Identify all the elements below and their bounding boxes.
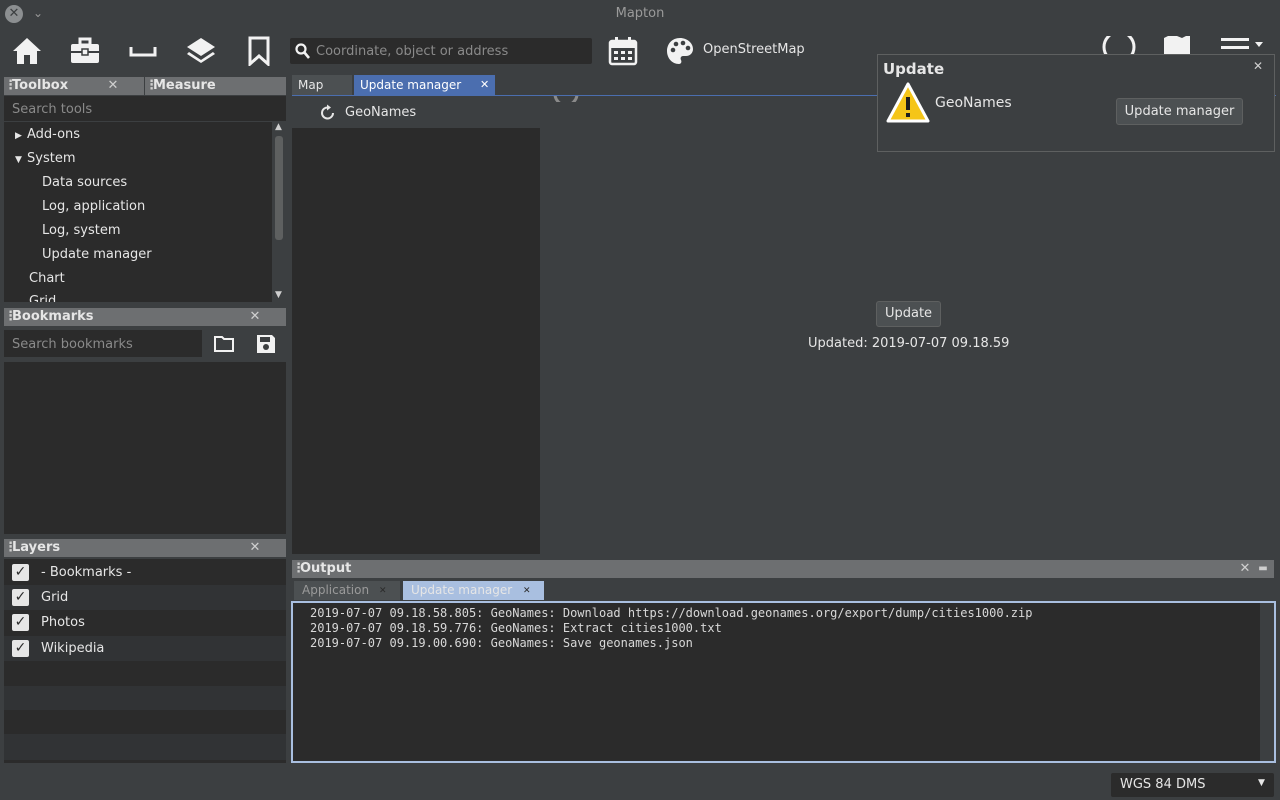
toolbox-panel-header[interactable]: ⋮Toolbox ✕ xyxy=(4,77,144,95)
tab-output-update-manager[interactable]: Update manager ✕ xyxy=(403,581,544,600)
layer-label: Grid xyxy=(41,590,69,605)
layer-checkbox[interactable]: ✓ xyxy=(12,614,29,631)
collapse-triangle-icon[interactable]: ▼ xyxy=(15,155,27,165)
log-line: 2019-07-07 09.18.58.805: GeoNames: Downl… xyxy=(310,606,1033,620)
toolbox-icon[interactable] xyxy=(67,34,103,68)
search-icon xyxy=(295,42,311,60)
bookmarks-list xyxy=(4,362,286,534)
chevron-down-icon: ▼ xyxy=(1258,778,1265,788)
layer-checkbox[interactable]: ✓ xyxy=(12,640,29,657)
warning-icon xyxy=(885,81,931,125)
tab-map[interactable]: Map xyxy=(292,75,352,95)
expand-triangle-icon[interactable]: ▶ xyxy=(15,131,27,141)
search-tools-input[interactable] xyxy=(12,98,272,120)
bookmarks-title: Bookmarks xyxy=(12,309,94,324)
coordinate-search-input[interactable] xyxy=(316,38,586,64)
measure-icon[interactable] xyxy=(125,34,161,68)
layer-row-grid[interactable]: ✓ Grid xyxy=(4,585,286,610)
toolbox-title: Toolbox xyxy=(12,78,69,93)
layer-checkbox[interactable]: ✓ xyxy=(12,564,29,581)
layer-row-bookmarks[interactable]: ✓ - Bookmarks - xyxy=(4,560,286,585)
scrollbar-thumb[interactable] xyxy=(275,136,283,240)
search-bookmarks[interactable] xyxy=(4,330,202,357)
tab-close-icon[interactable]: ✕ xyxy=(523,582,531,601)
output-close-icon[interactable]: ✕ xyxy=(1237,560,1253,578)
update-notification: Update ✕ GeoNames Update manager xyxy=(877,54,1275,152)
splitter[interactable] xyxy=(290,555,1280,559)
layer-row-empty xyxy=(4,710,286,734)
coordinate-search[interactable] xyxy=(290,38,592,64)
open-update-manager-button[interactable]: Update manager xyxy=(1116,98,1243,125)
measure-tab-label: Measure xyxy=(153,78,216,93)
search-bookmarks-input[interactable] xyxy=(12,333,198,355)
crs-dropdown[interactable]: WGS 84 DMS ▼ xyxy=(1111,773,1274,797)
output-minimize-icon[interactable]: ▬ xyxy=(1255,560,1271,578)
tree-item-data-sources[interactable]: Data sources xyxy=(42,175,127,190)
layer-row-empty xyxy=(4,734,286,760)
update-list: GeoNames xyxy=(292,96,540,554)
scroll-up-icon[interactable]: ▲ xyxy=(275,122,282,132)
layers-panel-header[interactable]: ⋮Layers ✕ xyxy=(4,539,286,557)
layer-label: Photos xyxy=(41,615,85,630)
layers-close-icon[interactable]: ✕ xyxy=(247,539,263,557)
scroll-down-icon[interactable]: ▼ xyxy=(275,290,282,300)
crs-selected-value: WGS 84 DMS xyxy=(1120,777,1206,792)
notification-message: GeoNames xyxy=(935,95,1012,111)
home-icon[interactable] xyxy=(9,34,45,68)
layer-checkbox[interactable]: ✓ xyxy=(12,589,29,606)
progress-spinner-icon xyxy=(553,96,579,102)
layer-label: Wikipedia xyxy=(41,641,105,656)
tab-close-icon[interactable]: ✕ xyxy=(379,582,387,601)
tab-measure[interactable]: ⋮Measure xyxy=(145,77,286,95)
window-title: Mapton xyxy=(615,6,665,21)
toolbox-panel: ▶Add-ons ▼System Data sources Log, appli… xyxy=(4,96,286,302)
tree-item-log-application[interactable]: Log, application xyxy=(42,199,145,214)
output-scrollbar[interactable] xyxy=(1260,603,1274,761)
map-provider-label[interactable]: OpenStreetMap xyxy=(703,42,805,57)
tree-item-chart[interactable]: Chart xyxy=(29,271,65,286)
layer-row-empty xyxy=(4,662,286,686)
tree-item-log-system[interactable]: Log, system xyxy=(42,223,120,238)
notification-close-icon[interactable]: ✕ xyxy=(1253,59,1263,73)
log-line: 2019-07-07 09.18.59.776: GeoNames: Extra… xyxy=(310,621,722,635)
tab-output-application[interactable]: Application ✕ xyxy=(294,581,400,600)
toolbox-close-icon[interactable]: ✕ xyxy=(105,77,121,95)
layers-title: Layers xyxy=(12,540,61,555)
output-panel-header[interactable]: ⋮Output ✕ ▬ xyxy=(292,560,1274,578)
title-bar: ✕ ⌄ Mapton xyxy=(0,0,1280,28)
tree-item-system[interactable]: ▼ System xyxy=(15,151,75,166)
bookmarks-panel-header[interactable]: ⋮Bookmarks ✕ xyxy=(4,308,286,326)
layer-label: - Bookmarks - xyxy=(41,565,132,580)
output-title: Output xyxy=(300,561,352,576)
notification-title: Update xyxy=(883,60,945,78)
layers-icon[interactable] xyxy=(183,34,219,68)
layer-row-empty xyxy=(4,686,286,710)
output-log: 2019-07-07 09.18.58.805: GeoNames: Downl… xyxy=(298,606,1260,760)
tab-close-icon[interactable]: ✕ xyxy=(480,75,489,95)
tree-item-update-manager[interactable]: Update manager xyxy=(42,247,152,262)
save-icon[interactable] xyxy=(255,333,277,355)
folder-icon[interactable] xyxy=(213,333,235,355)
bookmarks-close-icon[interactable]: ✕ xyxy=(247,308,263,326)
layer-row-wikipedia[interactable]: ✓ Wikipedia xyxy=(4,636,286,661)
layer-row-photos[interactable]: ✓ Photos xyxy=(4,610,286,635)
log-line: 2019-07-07 09.19.00.690: GeoNames: Save … xyxy=(310,636,693,650)
tab-update-manager[interactable]: Update manager ✕ xyxy=(354,75,495,95)
bookmark-icon[interactable] xyxy=(241,34,277,68)
tree-item-add-ons[interactable]: ▶ Add-ons xyxy=(15,127,80,142)
calendar-icon[interactable] xyxy=(605,34,641,68)
palette-icon[interactable] xyxy=(662,34,698,68)
list-item[interactable]: GeoNames xyxy=(292,96,540,128)
refresh-icon xyxy=(319,104,337,122)
toolbox-scrollbar[interactable]: ▲ ▼ xyxy=(272,122,286,302)
tree-item-grid[interactable]: Grid xyxy=(29,294,56,302)
update-button[interactable]: Update xyxy=(876,301,941,327)
updated-timestamp: Updated: 2019-07-07 09.18.59 xyxy=(808,336,1010,351)
